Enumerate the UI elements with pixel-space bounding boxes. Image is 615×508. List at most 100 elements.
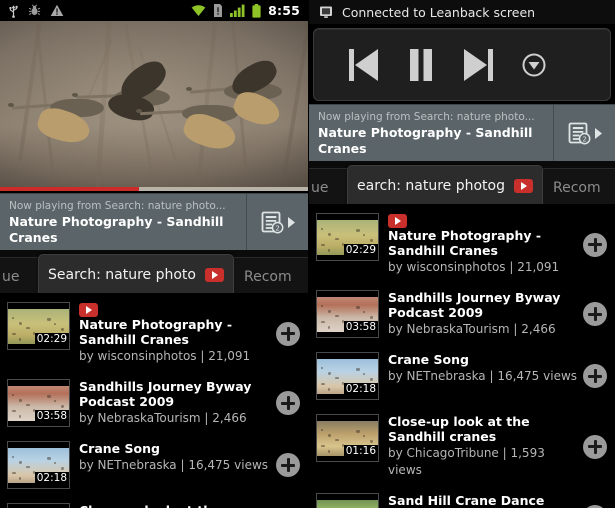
video-title: Nature Photography - Sandhill Cranes (388, 213, 579, 258)
video-meta: by wisconsinphotos | 21,091 (388, 260, 560, 274)
video-list-item[interactable]: 02:18 Crane Song by NETnebraska | 16,475 v… (0, 434, 308, 496)
video-text-block: Crane Song by NETnebraska | 16,475 views (379, 352, 583, 385)
now-playing-title-right: Nature Photography - Sandhill Cranes (318, 125, 533, 156)
next-icon (464, 48, 493, 81)
tab-queue-right[interactable]: ue (309, 168, 347, 206)
add-to-queue-button[interactable] (583, 434, 607, 459)
queue-button[interactable]: 2 (246, 194, 308, 250)
bug-icon (28, 4, 41, 16)
video-meta: by NebraskaTourism | 2,466 (388, 322, 556, 336)
now-playing-title: Nature Photography - Sandhill Cranes (9, 214, 224, 245)
video-list-item[interactable]: 02:29 Nature Photography - Sandhill Crane… (309, 206, 615, 283)
video-progress-bar[interactable] (0, 187, 308, 191)
video-list-item[interactable]: Close-up look at the Sandhill (0, 496, 308, 508)
now-playing-info-right[interactable]: Now playing from Search: nature photo...… (309, 105, 553, 161)
video-meta: by ChicagoTribune | 1,593 views (388, 446, 545, 477)
video-meta: by NETnebraska | 16,475 views (79, 458, 269, 472)
video-meta: by NETnebraska | 16,475 views (388, 369, 578, 383)
video-list-item[interactable]: 02:29 Nature Photography - Sandhill Crane… (0, 295, 308, 372)
video-title-text: Sandhills Journey Byway Podcast 2009 (79, 379, 252, 409)
now-playing-info[interactable]: Now playing from Search: nature photo...… (0, 194, 246, 250)
collapse-down-icon (522, 53, 546, 76)
tab-recommended-label: Recom (243, 268, 292, 285)
battery-icon (252, 3, 261, 18)
video-progress-played (0, 187, 139, 191)
previous-button[interactable] (347, 46, 381, 84)
signal-icon (230, 4, 245, 17)
video-title-text: Crane Song (79, 441, 160, 456)
now-playing-bar-right[interactable]: Now playing from Search: nature photo...… (309, 104, 615, 161)
video-title-text: Sand Hill Crane Dance (388, 493, 545, 508)
video-text-block: Sandhills Journey Byway Podcast 2009 by N… (379, 290, 583, 338)
playlist-queue-icon: 2 (568, 122, 590, 144)
video-title: Sandhills Journey Byway Podcast 2009 (388, 290, 579, 320)
tab-strip-right: ue earch: nature photog Recom (309, 161, 615, 206)
previous-icon (349, 48, 378, 81)
add-to-queue-button[interactable] (583, 232, 607, 257)
add-to-queue-button[interactable] (276, 453, 300, 477)
phone-screen-left: 8:55 Now playing from Search: nature pho… (0, 0, 308, 508)
tab-search-active[interactable]: Search: nature photo (38, 254, 234, 295)
video-thumbnail[interactable]: 03:58 (316, 290, 379, 338)
next-button[interactable] (461, 46, 495, 84)
video-title: Sandhills Journey Byway Podcast 2009 (79, 379, 272, 409)
transport-controls (313, 28, 611, 101)
usb-icon (9, 4, 18, 18)
video-thumbnail[interactable]: 02:18 (316, 352, 379, 400)
play-arrow-icon (594, 127, 602, 139)
video-meta: by wisconsinphotos | 21,091 (79, 349, 251, 363)
video-text-block: Sandhills Journey Byway Podcast 2009 by N… (70, 379, 276, 427)
video-title-text: Close-up look at the Sandhill cranes (388, 414, 530, 444)
tab-recommended[interactable]: Recom (233, 257, 308, 295)
tab-search-active-right[interactable]: earch: nature photog (347, 165, 543, 206)
video-thumbnail[interactable]: 01:16 (316, 414, 379, 462)
add-to-queue-button[interactable] (276, 391, 300, 415)
video-list-item[interactable]: 02:18 Crane Song by NETnebraska | 16,475 v… (309, 345, 615, 407)
video-duration: 02:29 (343, 244, 378, 256)
video-duration: 02:18 (34, 472, 69, 484)
tab-recommended-right[interactable]: Recom (542, 168, 615, 206)
tab-queue[interactable]: ue (0, 257, 38, 295)
now-playing-bar[interactable]: Now playing from Search: nature photo...… (0, 193, 308, 250)
leanback-status-bar: Connected to Leanback screen (309, 0, 615, 25)
add-to-queue-button[interactable] (583, 364, 607, 388)
playlist-queue-icon: 2 (261, 211, 283, 233)
thumbnail-image (8, 504, 69, 508)
video-thumbnail[interactable]: 03:58 (7, 379, 70, 427)
video-list-item[interactable]: 03:58 Sandhills Journey Byway Podcast 200… (0, 372, 308, 434)
video-thumbnail[interactable]: 02:29 (316, 213, 379, 261)
video-meta: by NebraskaTourism | 2,466 (79, 411, 247, 425)
pause-button[interactable] (407, 46, 435, 84)
add-to-queue-button[interactable] (276, 321, 300, 346)
video-list-left: 02:29 Nature Photography - Sandhill Crane… (0, 295, 308, 508)
video-list-item[interactable]: 03:58 Sandhills Journey Byway Podcast 200… (309, 283, 615, 345)
video-title-text: Nature Photography - Sandhill Cranes (79, 317, 233, 347)
tab-search-label-right: earch: nature photog (357, 178, 505, 194)
wifi-icon (191, 4, 206, 16)
add-to-queue-button[interactable] (583, 302, 607, 326)
video-title: Sand Hill Crane Dance (388, 493, 579, 508)
video-title-text: Sandhills Journey Byway Podcast 2009 (388, 290, 561, 320)
status-bar-left-icons (4, 4, 64, 18)
video-thumbnail[interactable]: 01:23 (316, 493, 379, 508)
video-thumbnail[interactable]: 02:18 (7, 441, 70, 489)
leanback-screen-icon (320, 6, 332, 18)
video-list-item[interactable]: 01:16 Close-up look at the Sandhill crane… (309, 407, 615, 486)
video-text-block: Close-up look at the Sandhill (70, 503, 276, 508)
video-thumbnail[interactable] (7, 503, 70, 508)
youtube-play-icon (204, 268, 224, 282)
video-title: Close-up look at the Sandhill cranes (388, 414, 579, 444)
video-duration: 03:58 (343, 321, 378, 333)
play-arrow-icon (287, 216, 295, 228)
sdcard-warning-icon (214, 4, 223, 17)
video-list-item[interactable]: 01:23Sand Hill Crane Danceby nhrma | 36,… (309, 486, 615, 508)
video-thumbnail[interactable]: 02:29 (7, 302, 70, 350)
video-duration: 02:29 (34, 333, 69, 345)
video-duration: 01:16 (343, 445, 378, 457)
collapse-button[interactable] (521, 52, 547, 78)
queue-button-right[interactable]: 2 (553, 105, 615, 161)
video-text-block: Crane Song by NETnebraska | 16,475 views (70, 441, 276, 474)
video-player-surface[interactable] (0, 21, 308, 191)
screenshot-root: 8:55 Now playing from Search: nature pho… (0, 0, 615, 508)
leanback-status-text: Connected to Leanback screen (342, 4, 536, 20)
